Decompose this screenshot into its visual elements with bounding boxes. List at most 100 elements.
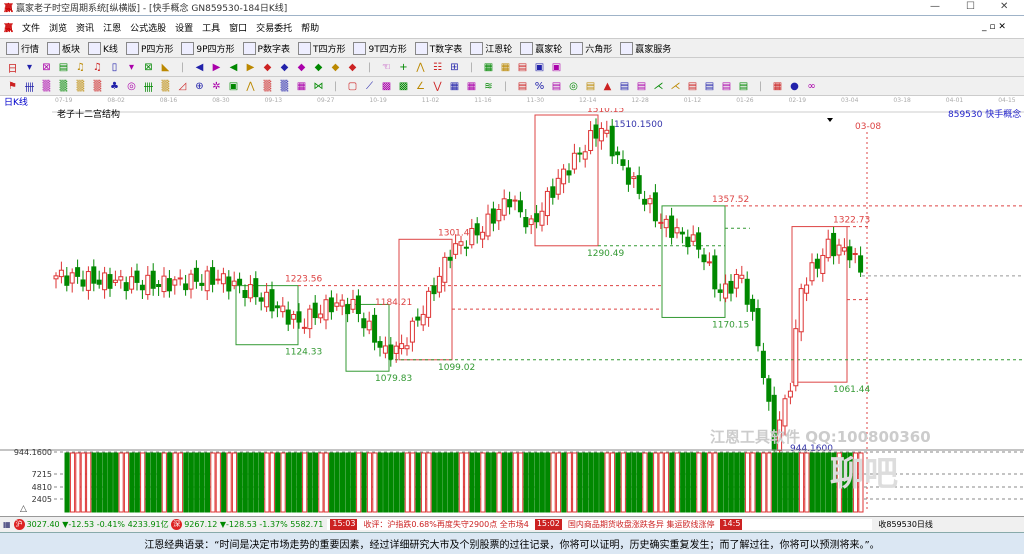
tool-button[interactable]: ▤ xyxy=(703,81,716,92)
tool-button[interactable]: 日 xyxy=(6,60,19,75)
tool-button[interactable]: ☜ xyxy=(380,62,393,73)
toolbar-P4-button[interactable]: P四方形 xyxy=(125,41,173,55)
tool-button[interactable]: ▩ xyxy=(397,81,410,92)
tool-button[interactable]: + xyxy=(397,62,410,73)
tool-button[interactable]: 卌 xyxy=(142,79,155,94)
menu-formula[interactable]: 公式选股 xyxy=(130,21,166,34)
tool-button[interactable]: ▶ xyxy=(244,62,257,73)
toolbar-dollar-button[interactable]: 赢家服务 xyxy=(620,41,671,55)
tool-button[interactable]: ▒ xyxy=(159,81,172,92)
tool-button[interactable]: ▤ xyxy=(618,81,631,92)
tool-button[interactable]: ∞ xyxy=(805,81,818,92)
tool-button[interactable]: ▦ xyxy=(499,62,512,73)
menu-tools[interactable]: 工具 xyxy=(202,21,220,34)
tool-button[interactable]: ▾ xyxy=(125,62,138,73)
menu-browse[interactable]: 浏览 xyxy=(49,21,67,34)
tool-button[interactable]: ◀ xyxy=(227,62,240,73)
tool-button[interactable]: ▤ xyxy=(516,81,529,92)
tool-button[interactable]: ▢ xyxy=(346,81,359,92)
toolbar-P9-button[interactable]: 9P四方形 xyxy=(181,41,235,55)
tool-button[interactable]: ▤ xyxy=(686,81,699,92)
tool-button[interactable]: ▤ xyxy=(720,81,733,92)
menu-help[interactable]: 帮助 xyxy=(301,21,319,34)
toolbar-blocks-button[interactable]: 板块 xyxy=(47,41,80,55)
tool-button[interactable]: ▦ xyxy=(295,81,308,92)
tool-button[interactable]: ▤ xyxy=(57,62,70,73)
tool-button[interactable]: ♣ xyxy=(108,81,121,92)
tool-button[interactable]: ⚑ xyxy=(6,81,19,92)
grid-icon[interactable]: ▦ xyxy=(3,520,11,529)
tool-button[interactable]: ▲ xyxy=(601,81,614,92)
tool-button[interactable]: ▣ xyxy=(533,62,546,73)
tool-button[interactable]: ☷ xyxy=(431,62,444,73)
tool-button[interactable]: ⋀ xyxy=(244,81,257,92)
minimize-button[interactable]: — xyxy=(930,1,940,12)
tool-button[interactable]: ▦ xyxy=(771,81,784,92)
tool-button[interactable]: ⊞ xyxy=(448,62,461,73)
tool-button[interactable]: ▒ xyxy=(91,81,104,92)
tool-button[interactable]: ⋈ xyxy=(312,81,325,92)
tool-button[interactable]: ⊕ xyxy=(193,81,206,92)
tool-button[interactable]: ▾ xyxy=(23,62,36,73)
tool-button[interactable]: ◆ xyxy=(278,62,291,73)
tool-button[interactable]: ▤ xyxy=(550,81,563,92)
tool-button[interactable]: ◀ xyxy=(193,62,206,73)
tool-button[interactable]: ▤ xyxy=(584,81,597,92)
tool-button[interactable]: % xyxy=(533,81,546,92)
tool-button[interactable]: ▒ xyxy=(278,81,291,92)
tool-button[interactable]: ▒ xyxy=(74,81,87,92)
menu-settings[interactable]: 设置 xyxy=(175,21,193,34)
news-ticker[interactable]: 15:03 收评：沪指跌0.68%再度失守2900点 全市场4 15:02 国内… xyxy=(327,519,873,530)
mdi-controls[interactable]: _ ▫ ✕ xyxy=(982,22,1006,32)
tool-button[interactable]: ▦ xyxy=(465,81,478,92)
tool-button[interactable]: ◎ xyxy=(125,81,138,92)
toolbar-grid-button[interactable]: 行情 xyxy=(6,41,39,55)
toolbar-candle-button[interactable]: K线 xyxy=(88,41,118,55)
tool-button[interactable]: ⊠ xyxy=(40,62,53,73)
kline-chart[interactable]: 1510.151510.15001357.521322.731301.40129… xyxy=(0,108,1024,516)
tool-button[interactable]: ▣ xyxy=(550,62,563,73)
tool-button[interactable]: ▤ xyxy=(635,81,648,92)
toolbar-TN-button[interactable]: T数字表 xyxy=(414,41,462,55)
toolbar-wheel-button[interactable]: 江恩轮 xyxy=(470,41,512,55)
tool-button[interactable]: ◎ xyxy=(567,81,580,92)
tool-button[interactable]: ◆ xyxy=(346,62,359,73)
tool-button[interactable]: ▯ xyxy=(108,62,121,73)
tool-button[interactable]: ▤ xyxy=(516,62,529,73)
tool-button[interactable]: ⋌ xyxy=(652,81,665,92)
tool-button[interactable]: ◆ xyxy=(295,62,308,73)
tool-button[interactable]: ▦ xyxy=(448,81,461,92)
tool-button[interactable]: ▣ xyxy=(227,81,240,92)
menu-file[interactable]: 文件 xyxy=(22,21,40,34)
tool-button[interactable]: ♫ xyxy=(74,62,87,73)
tool-button[interactable]: ▩ xyxy=(380,81,393,92)
tool-button[interactable]: ◿ xyxy=(176,81,189,92)
maximize-button[interactable]: ☐ xyxy=(966,1,975,12)
toolbar-T9-button[interactable]: 9T四方形 xyxy=(353,41,407,55)
menu-window[interactable]: 窗口 xyxy=(229,21,247,34)
tool-button[interactable]: ♫ xyxy=(91,62,104,73)
tool-button[interactable]: ∠ xyxy=(414,81,427,92)
tool-button[interactable]: ⋌ xyxy=(669,81,682,92)
tool-button[interactable]: ◆ xyxy=(312,62,325,73)
tool-button[interactable]: ▒ xyxy=(261,81,274,92)
tool-button[interactable]: ● xyxy=(788,81,801,92)
menu-trade[interactable]: 交易委托 xyxy=(256,21,292,34)
tool-button[interactable]: ▒ xyxy=(40,81,53,92)
tool-button[interactable]: ⋀ xyxy=(414,62,427,73)
close-button[interactable]: ✕ xyxy=(1000,1,1008,12)
tool-button[interactable]: ◣ xyxy=(159,62,172,73)
tool-button[interactable]: ⟋ xyxy=(363,81,376,92)
tool-button[interactable]: ⊠ xyxy=(142,62,155,73)
menu-gann[interactable]: 江恩 xyxy=(103,21,121,34)
toolbar-winner-wheel-button[interactable]: 赢家轮 xyxy=(520,41,562,55)
toolbar-PN-button[interactable]: P数字表 xyxy=(242,41,290,55)
tool-button[interactable]: ▶ xyxy=(210,62,223,73)
tool-button[interactable]: ▤ xyxy=(737,81,750,92)
menu-news[interactable]: 资讯 xyxy=(76,21,94,34)
tool-button[interactable]: ◆ xyxy=(329,62,342,73)
tool-button[interactable]: ⋁ xyxy=(431,81,444,92)
tool-button[interactable]: ✲ xyxy=(210,81,223,92)
tool-button[interactable]: 卌 xyxy=(23,79,36,94)
tool-button[interactable]: ≋ xyxy=(482,81,495,92)
